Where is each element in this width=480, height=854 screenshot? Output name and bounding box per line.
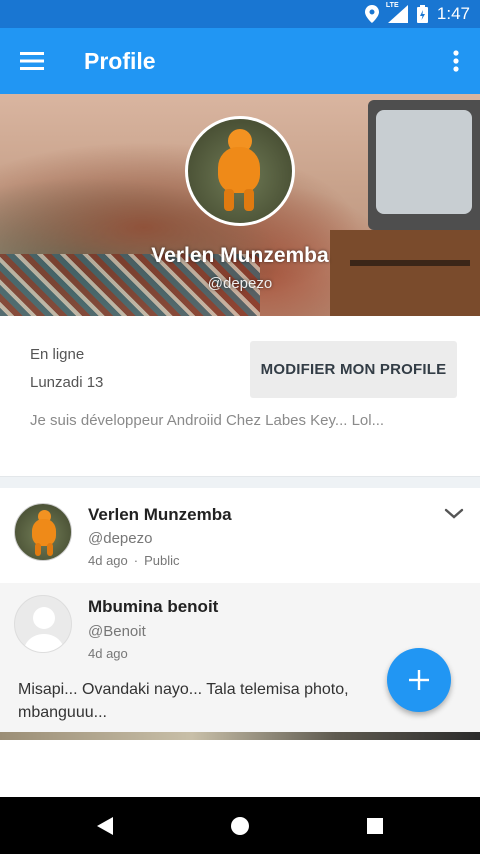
page-title: Profile — [84, 48, 156, 74]
shared-author-avatar[interactable] — [14, 595, 72, 653]
app-bar: Profile — [0, 28, 480, 94]
home-icon[interactable] — [227, 813, 253, 839]
section-divider — [0, 476, 480, 488]
navigation-bar — [0, 797, 480, 854]
post-card[interactable]: Verlen Munzemba @depezo 4d ago · Public — [0, 488, 480, 583]
back-icon[interactable] — [92, 813, 118, 839]
shared-post-time: 4d ago — [88, 646, 128, 661]
profile-date: Lunzadi 13 — [30, 374, 104, 391]
post-time: 4d ago — [88, 553, 128, 568]
shared-author-handle: @Benoit — [88, 623, 146, 640]
avatar-figure — [188, 119, 292, 223]
post-meta: 4d ago · Public — [88, 553, 180, 568]
plus-icon — [409, 670, 429, 690]
more-vert-icon[interactable] — [444, 43, 468, 79]
location-icon — [364, 5, 379, 23]
shared-author-name[interactable]: Mbumina benoit — [88, 597, 218, 617]
profile-avatar[interactable] — [185, 116, 295, 226]
post-image-preview[interactable] — [0, 732, 480, 740]
profile-handle: @depezo — [207, 275, 273, 292]
clock: 1:47 — [436, 4, 470, 23]
post-author-handle: @depezo — [88, 530, 153, 547]
network-label: LTE — [385, 2, 399, 9]
edit-profile-button[interactable]: MODIFIER MON PROFILE — [250, 341, 457, 398]
meta-separator: · — [133, 553, 139, 568]
post-author-avatar[interactable] — [14, 503, 72, 561]
profile-info: En ligne Lunzadi 13 MODIFIER MON PROFILE… — [0, 316, 480, 476]
shared-post-text: Misapi... Ovandaki nayo... Tala telemisa… — [18, 681, 349, 721]
profile-name: Verlen Munzemba — [151, 244, 329, 267]
post-visibility: Public — [144, 553, 180, 568]
online-status: En ligne — [30, 346, 85, 363]
profile-bio: Je suis développeur Androiid Chez Labes … — [30, 412, 385, 429]
post-author-name[interactable]: Verlen Munzemba — [88, 505, 232, 525]
add-post-button[interactable] — [387, 648, 451, 712]
battery-charging-icon — [416, 5, 428, 23]
chevron-down-icon[interactable] — [442, 504, 466, 524]
cover-cabinet — [330, 230, 480, 316]
recents-icon[interactable] — [362, 813, 388, 839]
status-bar: LTE 1:47 — [0, 0, 480, 28]
cover-tv-screen — [376, 110, 472, 214]
hamburger-menu-icon[interactable] — [12, 43, 52, 79]
signal-icon: LTE — [385, 2, 408, 23]
